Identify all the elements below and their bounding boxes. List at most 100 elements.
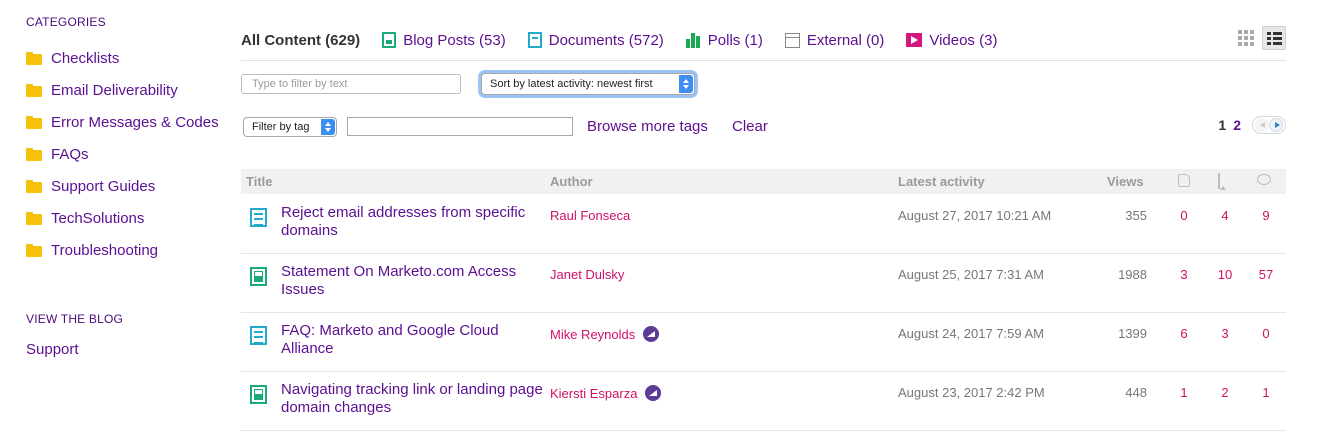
tab-documents[interactable]: Documents (572)	[527, 31, 664, 49]
category-item-techsolutions[interactable]: TechSolutions	[26, 202, 226, 234]
content-type-tabs: All Content (629) Blog Posts (53) Docume…	[241, 30, 1019, 50]
row-title[interactable]: FAQ: Marketo and Google Cloud Alliance	[281, 322, 543, 358]
pager-arrows	[1252, 116, 1286, 134]
row-title[interactable]: Reject email addresses from specific dom…	[281, 204, 543, 240]
blog-post-icon	[250, 385, 267, 404]
row-bookmarks: 3	[1221, 326, 1229, 341]
category-item-checklists[interactable]: Checklists	[26, 42, 226, 74]
category-item-email-deliverability[interactable]: Email Deliverability	[26, 74, 226, 106]
author-name: Raul Fonseca	[550, 208, 631, 223]
rank-badge-icon	[643, 326, 660, 342]
select-arrows-icon	[321, 119, 335, 135]
view-toggle	[1234, 26, 1286, 50]
table-header: Title Author Latest activity Views	[241, 169, 1286, 194]
row-comments: 9	[1262, 208, 1270, 223]
table-row: Statement On Marketo.com Access Issues J…	[241, 254, 1286, 313]
row-date: August 24, 2017 7:59 AM	[898, 326, 1044, 341]
category-label: TechSolutions	[51, 209, 145, 227]
row-title[interactable]: Statement On Marketo.com Access Issues	[281, 263, 543, 299]
comment-icon[interactable]	[1257, 174, 1271, 185]
browse-tags-link[interactable]: Browse more tags	[587, 118, 708, 135]
document-icon	[527, 32, 542, 48]
column-views[interactable]: Views	[1107, 174, 1144, 189]
like-icon[interactable]	[1178, 174, 1190, 187]
page-current: 1	[1218, 117, 1227, 133]
author-name: Janet Dulsky	[550, 267, 625, 282]
document-icon	[250, 326, 267, 345]
bookmark-icon[interactable]	[1218, 173, 1220, 189]
row-bookmarks: 4	[1221, 208, 1229, 223]
folder-icon	[26, 211, 42, 225]
tab-all-content[interactable]: All Content (629)	[241, 32, 360, 49]
folder-icon	[26, 243, 42, 257]
column-latest-activity[interactable]: Latest activity	[898, 174, 985, 189]
select-arrows-icon	[679, 75, 693, 93]
tag-select-value: Filter by tag	[252, 121, 310, 133]
folder-icon	[26, 147, 42, 161]
tag-filter-select[interactable]: Filter by tag	[243, 117, 337, 137]
row-author[interactable]: Janet Dulsky	[550, 267, 624, 282]
row-author[interactable]: Raul Fonseca	[550, 208, 630, 223]
clear-link[interactable]: Clear	[732, 118, 768, 135]
view-blog-heading: VIEW THE BLOG	[26, 312, 124, 326]
video-icon	[906, 33, 923, 47]
tab-videos[interactable]: Videos (3)	[906, 32, 997, 49]
tab-external[interactable]: External (0)	[784, 32, 884, 49]
folder-icon	[26, 115, 42, 129]
column-author[interactable]: Author	[550, 174, 593, 189]
next-page-icon[interactable]	[1269, 118, 1283, 132]
row-views: 448	[1125, 385, 1147, 400]
sort-select-value: Sort by latest activity: newest first	[490, 78, 653, 90]
category-label: Troubleshooting	[51, 241, 159, 259]
row-comments: 1	[1262, 385, 1270, 400]
row-date: August 23, 2017 2:42 PM	[898, 385, 1045, 400]
rank-badge-icon	[645, 385, 662, 401]
row-title[interactable]: Navigating tracking link or landing page…	[281, 381, 543, 417]
row-author[interactable]: Kiersti Esparza	[550, 385, 662, 401]
row-likes: 6	[1180, 326, 1188, 341]
table-row: Reject email addresses from specific dom…	[241, 195, 1286, 254]
tab-label: Videos (3)	[929, 31, 998, 49]
category-item-troubleshooting[interactable]: Troubleshooting	[26, 234, 226, 266]
tab-label: Blog Posts (53)	[403, 31, 506, 49]
row-date: August 27, 2017 10:21 AM	[898, 208, 1052, 223]
row-likes: 3	[1180, 267, 1188, 282]
tab-blog-posts[interactable]: Blog Posts (53)	[382, 32, 506, 49]
list-view-icon	[1266, 31, 1282, 45]
category-label: Checklists	[51, 49, 120, 67]
row-bookmarks: 2	[1221, 385, 1229, 400]
page-link[interactable]: 2	[1233, 117, 1241, 133]
row-likes: 0	[1180, 208, 1188, 223]
row-views: 1399	[1118, 326, 1147, 341]
grid-view-button[interactable]	[1234, 26, 1258, 50]
sort-select[interactable]: Sort by latest activity: newest first	[481, 73, 695, 95]
column-title[interactable]: Title	[246, 174, 273, 189]
pagination: 1 2	[1218, 116, 1286, 134]
tab-label: All Content (629)	[241, 31, 361, 49]
row-comments: 0	[1262, 326, 1270, 341]
list-view-button[interactable]	[1262, 26, 1286, 50]
grid-view-icon	[1238, 30, 1254, 46]
tag-input[interactable]	[347, 117, 573, 136]
row-author[interactable]: Mike Reynolds	[550, 326, 660, 342]
categories-heading: CATEGORIES	[26, 15, 106, 29]
author-name: Mike Reynolds	[550, 326, 636, 342]
tab-label: Polls (1)	[707, 31, 763, 49]
category-item-faqs[interactable]: FAQs	[26, 138, 226, 170]
external-icon	[784, 32, 800, 48]
tab-polls[interactable]: Polls (1)	[685, 31, 763, 49]
folder-icon	[26, 83, 42, 97]
category-item-error-messages[interactable]: Error Messages & Codes	[26, 106, 226, 138]
category-label: FAQs	[51, 145, 89, 163]
table-row: FAQ: Marketo and Google Cloud Alliance M…	[241, 313, 1286, 372]
category-item-support-guides[interactable]: Support Guides	[26, 170, 226, 202]
blog-post-icon	[382, 32, 397, 48]
tab-label: Documents (572)	[548, 31, 664, 49]
row-views: 1988	[1118, 267, 1147, 282]
filter-text-input[interactable]	[241, 74, 461, 94]
blog-link-support[interactable]: Support	[26, 341, 79, 358]
folder-icon	[26, 179, 42, 193]
document-icon	[250, 208, 267, 227]
prev-page-icon[interactable]	[1255, 118, 1269, 132]
category-list: Checklists Email Deliverability Error Me…	[26, 42, 226, 266]
